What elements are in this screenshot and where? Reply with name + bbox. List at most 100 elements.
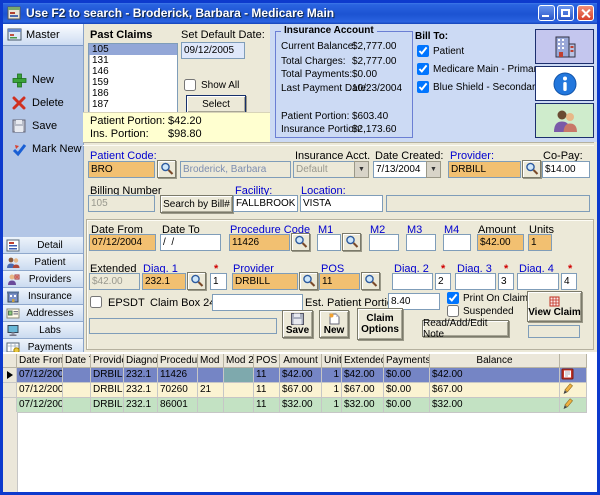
cell[interactable]: $32.00 xyxy=(280,398,322,413)
sidebar-save-button[interactable]: Save xyxy=(11,116,57,136)
units-input[interactable] xyxy=(528,234,552,251)
diag3-input[interactable] xyxy=(455,273,496,290)
cell[interactable]: 86001 xyxy=(158,398,198,413)
cell[interactable]: $67.00 xyxy=(342,383,384,398)
date-created-dropdown-arrow-icon[interactable] xyxy=(426,161,441,178)
facility-input[interactable] xyxy=(233,195,298,212)
table-row-selected[interactable]: 07/12/2004 DRBILL 232.1 11426 11 $42.00 … xyxy=(3,368,587,383)
cell[interactable] xyxy=(224,398,254,413)
cell[interactable]: 11 xyxy=(254,383,280,398)
diag3-index-box[interactable] xyxy=(498,273,514,290)
cell[interactable]: 1 xyxy=(322,398,342,413)
note-cell[interactable] xyxy=(560,383,587,398)
sidebar-item-patient[interactable]: Patient xyxy=(3,254,83,271)
cell[interactable]: 232.1 xyxy=(124,368,158,383)
col-header[interactable]: Mod 2 xyxy=(224,354,254,368)
cell[interactable] xyxy=(63,398,91,413)
diag2-input[interactable] xyxy=(392,273,433,290)
provider-search-button[interactable] xyxy=(522,160,541,178)
procedure-search-button[interactable] xyxy=(291,233,310,251)
cell[interactable] xyxy=(198,398,224,413)
m1-input[interactable] xyxy=(317,234,341,251)
select-button[interactable]: Select xyxy=(186,95,246,113)
cell[interactable]: DRBILL xyxy=(91,398,124,413)
info-button[interactable] xyxy=(535,66,594,101)
line-provider-search-button[interactable] xyxy=(299,272,318,290)
col-header[interactable]: POS xyxy=(254,354,280,368)
col-header[interactable]: Extended xyxy=(342,354,384,368)
cell[interactable]: $32.00 xyxy=(342,398,384,413)
col-header[interactable]: Procedure xyxy=(158,354,198,368)
diag1-search-button[interactable] xyxy=(187,272,206,290)
view-claim-button[interactable]: View Claim xyxy=(527,291,582,322)
cell[interactable] xyxy=(63,383,91,398)
bill-to-blueshield-checkbox[interactable] xyxy=(417,81,429,93)
cell[interactable]: $0.00 xyxy=(384,398,430,413)
cell[interactable]: $67.00 xyxy=(430,383,560,398)
col-header[interactable]: Amount xyxy=(280,354,322,368)
diag4-input[interactable] xyxy=(517,273,559,290)
pos-search-button[interactable] xyxy=(361,272,380,290)
col-header[interactable]: Date To xyxy=(63,354,91,368)
sidebar-master-header[interactable]: Master xyxy=(3,24,83,46)
cell[interactable]: $32.00 xyxy=(430,398,560,413)
date-from-input[interactable] xyxy=(89,234,156,251)
cell[interactable]: $0.00 xyxy=(384,368,430,383)
procedure-code-input[interactable] xyxy=(229,234,290,251)
cell[interactable]: $42.00 xyxy=(280,368,322,383)
close-button[interactable] xyxy=(577,5,594,21)
amount-input[interactable] xyxy=(477,234,524,251)
suspended-checkbox[interactable] xyxy=(447,305,459,317)
cell[interactable]: $42.00 xyxy=(342,368,384,383)
cell[interactable]: 232.1 xyxy=(124,398,158,413)
col-header[interactable]: Balance xyxy=(430,354,560,368)
line-provider-input[interactable] xyxy=(232,273,298,290)
col-header[interactable]: Diagnosis xyxy=(124,354,158,368)
col-header[interactable]: Mod 1 xyxy=(198,354,224,368)
cell[interactable]: 11426 xyxy=(158,368,198,383)
col-header[interactable]: Date From xyxy=(17,354,63,368)
diag4-index-box[interactable] xyxy=(561,273,577,290)
cell[interactable]: $42.00 xyxy=(430,368,560,383)
sidebar-item-addresses[interactable]: Addresses xyxy=(3,305,83,322)
table-row[interactable]: 07/12/2004 DRBILL 232.1 70260 21 11 $67.… xyxy=(3,383,587,398)
claim-list-item[interactable]: 105 xyxy=(89,44,177,55)
selected-cell[interactable] xyxy=(224,368,254,383)
cell[interactable]: 07/12/2004 xyxy=(17,398,63,413)
epsdt-checkbox[interactable] xyxy=(90,296,102,308)
new-claim-button[interactable]: New xyxy=(319,310,349,338)
m4-input[interactable] xyxy=(443,234,471,251)
patient-search-button[interactable] xyxy=(157,160,176,178)
claim-list-item[interactable]: 187 xyxy=(89,99,177,110)
sidebar-new-button[interactable]: New xyxy=(11,70,54,90)
patient-code-input[interactable] xyxy=(88,161,155,178)
cell[interactable] xyxy=(63,368,91,383)
claim-box-24k-input[interactable] xyxy=(212,294,303,311)
insurance-acct-dropdown-arrow-icon[interactable] xyxy=(354,161,369,178)
cell[interactable]: $0.00 xyxy=(384,383,430,398)
claim-options-button[interactable]: Claim Options xyxy=(357,308,403,340)
diag1-input[interactable] xyxy=(142,273,186,290)
search-by-bill-button[interactable]: Search by Bill# xyxy=(160,195,233,213)
note-cell[interactable] xyxy=(560,398,587,413)
save-claim-button[interactable]: Save xyxy=(282,310,313,338)
cell[interactable] xyxy=(224,383,254,398)
sidebar-mark-new-button[interactable]: Mark New xyxy=(11,139,82,159)
col-header[interactable]: Units xyxy=(322,354,342,368)
minimize-button[interactable] xyxy=(538,5,555,21)
m2-input[interactable] xyxy=(369,234,399,251)
note-button[interactable]: Read/Add/Edit Note xyxy=(422,320,509,337)
cell[interactable]: $67.00 xyxy=(280,383,322,398)
date-to-input[interactable] xyxy=(160,234,221,251)
col-header[interactable]: Payments xyxy=(384,354,430,368)
cell[interactable]: 70260 xyxy=(158,383,198,398)
col-header[interactable]: Provider xyxy=(91,354,124,368)
patients-button[interactable] xyxy=(535,103,594,138)
sidebar-item-detail[interactable]: Detail xyxy=(3,237,83,254)
sidebar-item-labs[interactable]: Labs xyxy=(3,322,83,339)
claim-list-item[interactable]: 131 xyxy=(89,55,177,66)
claim-list-item[interactable]: 186 xyxy=(89,88,177,99)
sidebar-item-providers[interactable]: Providers xyxy=(3,271,83,288)
sidebar-delete-button[interactable]: Delete xyxy=(11,93,64,113)
set-default-date-input[interactable] xyxy=(181,42,245,59)
